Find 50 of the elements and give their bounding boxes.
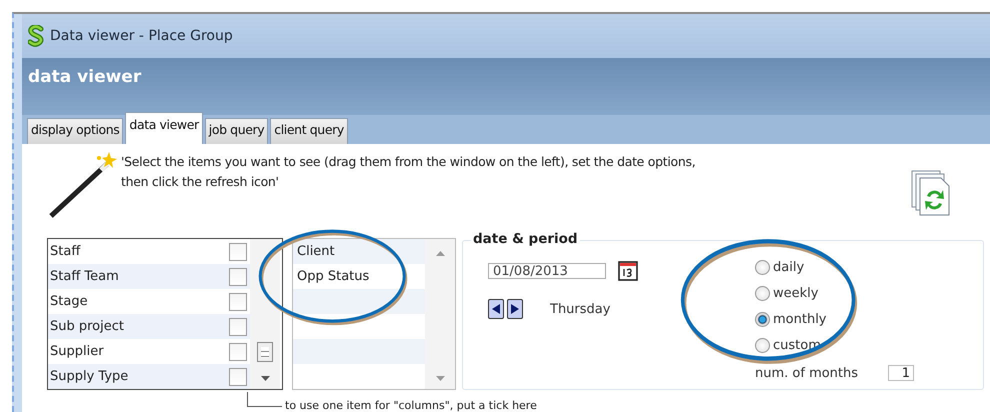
list-item-label: Sub project xyxy=(49,319,124,334)
tab[interactable]: job query xyxy=(204,118,268,144)
scrollbar[interactable] xyxy=(425,239,455,389)
previous-button[interactable] xyxy=(488,299,504,319)
list-item-label: Supplier xyxy=(49,344,104,359)
tab[interactable]: client query xyxy=(270,118,348,144)
list-item[interactable]: Staff Team xyxy=(48,264,250,289)
left-arrow-icon xyxy=(492,304,500,314)
page-title: data viewer xyxy=(28,67,142,87)
radio-button[interactable] xyxy=(755,338,770,352)
list-item[interactable]: Client xyxy=(293,239,425,264)
list-item-label: Staff xyxy=(49,244,80,259)
tab[interactable]: display options xyxy=(27,118,124,144)
instruction-text: 'Select the items you want to see (drag them from the window on the left), set the date options, then click the refresh icon' xyxy=(121,153,696,191)
checkbox[interactable] xyxy=(229,342,247,360)
list-item[interactable]: Sub project xyxy=(48,314,250,339)
refresh-icon[interactable] xyxy=(911,170,951,216)
hint-text: to use one item for "columns", put a tick here xyxy=(285,399,537,412)
checkbox[interactable] xyxy=(229,292,247,310)
radio-label: weekly xyxy=(773,286,818,300)
list-item[interactable]: Supply Type xyxy=(48,364,250,389)
weekday-label: Thursday xyxy=(550,302,610,316)
radio-button[interactable] xyxy=(755,312,770,326)
radio-button[interactable] xyxy=(755,260,770,274)
list-item-label: Stage xyxy=(49,294,88,309)
checkbox[interactable] xyxy=(229,368,247,386)
field-label: num. of months xyxy=(755,366,858,380)
radio-button[interactable] xyxy=(755,286,770,300)
leader-line xyxy=(247,392,282,407)
radio-label: monthly xyxy=(773,312,826,326)
scroll-thumb[interactable] xyxy=(257,342,273,362)
app-logo-icon xyxy=(28,25,44,47)
list-item[interactable]: Opp Status xyxy=(293,264,425,289)
list-item-label: Staff Team xyxy=(49,269,119,284)
checkbox[interactable] xyxy=(229,242,247,260)
next-button[interactable] xyxy=(507,299,523,319)
radio-label: daily xyxy=(773,260,804,274)
checkbox[interactable] xyxy=(229,268,247,286)
scroll-down-icon[interactable] xyxy=(260,376,270,381)
checkbox[interactable] xyxy=(229,318,247,336)
scrollbar[interactable] xyxy=(250,239,280,389)
right-arrow-icon xyxy=(511,304,519,314)
panel-title: date & period xyxy=(471,231,580,247)
tab[interactable]: data viewer xyxy=(125,112,203,144)
date-field[interactable]: 01/08/2013 xyxy=(488,263,606,279)
scroll-up-icon[interactable] xyxy=(436,251,444,256)
calendar-icon[interactable] xyxy=(618,261,638,281)
window-title: Data viewer - Place Group xyxy=(50,28,233,44)
list-item-label: Supply Type xyxy=(49,369,128,384)
count-field[interactable]: 1 xyxy=(888,365,914,381)
